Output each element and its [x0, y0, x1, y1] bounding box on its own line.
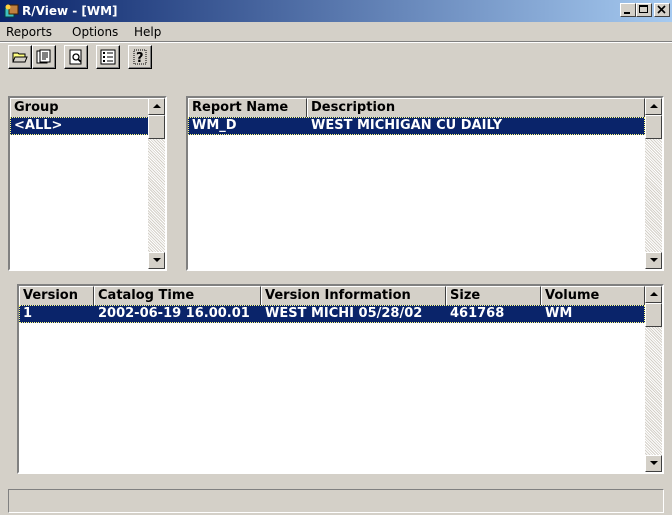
report-name-column-header[interactable]: Report Name [188, 98, 307, 118]
arrow-up-icon [153, 104, 161, 108]
version-info-cell: WEST MICHI 05/28/02 [265, 306, 423, 321]
arrow-down-icon [650, 461, 658, 465]
table-row[interactable]: WM_D WEST MICHIGAN CU DAILY [188, 117, 645, 135]
scroll-up-button[interactable] [645, 286, 662, 303]
catalog-button[interactable] [32, 45, 56, 69]
arrow-up-icon [650, 292, 658, 296]
reports-scrollbar[interactable] [645, 98, 662, 269]
catalog-icon [36, 49, 51, 64]
status-bar [8, 489, 664, 513]
group-list-panel: Group <ALL> [8, 96, 167, 271]
arrow-up-icon [650, 104, 658, 108]
description-cell: WEST MICHIGAN CU DAILY [311, 118, 503, 133]
versions-table-panel: Version Catalog Time Version Information… [17, 284, 664, 474]
scroll-thumb[interactable] [645, 115, 662, 139]
scroll-up-button[interactable] [148, 98, 165, 115]
version-information-column-header[interactable]: Version Information [261, 286, 446, 306]
scroll-down-button[interactable] [148, 252, 165, 269]
rview-app-icon [4, 4, 19, 18]
help-icon: ? [133, 49, 147, 65]
close-button[interactable] [654, 3, 670, 17]
group-column-header[interactable]: Group [10, 98, 149, 118]
list-view-icon [100, 49, 116, 65]
svg-text:?: ? [136, 51, 144, 65]
size-column-header[interactable]: Size [446, 286, 541, 306]
scroll-thumb[interactable] [148, 115, 165, 139]
menu-help[interactable]: Help [134, 25, 161, 39]
volume-cell: WM [545, 306, 573, 321]
minimize-icon [624, 12, 630, 14]
report-name-cell: WM_D [192, 118, 237, 133]
toolbar: ? [0, 41, 672, 73]
arrow-down-icon [153, 258, 161, 262]
maximize-icon [639, 5, 648, 13]
list-view-button[interactable] [96, 45, 120, 69]
size-cell: 461768 [450, 306, 505, 321]
open-folder-icon [12, 52, 28, 63]
menu-options[interactable]: Options [72, 25, 118, 39]
group-list-item[interactable]: <ALL> [10, 117, 149, 135]
scroll-down-button[interactable] [645, 455, 662, 472]
title-bar[interactable]: R/View - [WM] [0, 0, 672, 22]
group-list-scrollbar[interactable] [148, 98, 165, 269]
catalog-time-column-header[interactable]: Catalog Time [94, 286, 261, 306]
volume-column-header[interactable]: Volume [541, 286, 645, 306]
print-preview-button[interactable] [64, 45, 88, 69]
reports-table-panel: Report Name Description WM_D WEST MICHIG… [186, 96, 664, 271]
description-column-header[interactable]: Description [307, 98, 645, 118]
menu-reports[interactable]: Reports [6, 25, 52, 39]
scroll-thumb[interactable] [645, 303, 662, 327]
version-cell: 1 [23, 306, 33, 321]
minimize-button[interactable] [620, 3, 636, 17]
menu-bar: Reports Options Help [0, 22, 672, 41]
maximize-button[interactable] [636, 3, 652, 17]
help-button[interactable]: ? [128, 45, 152, 69]
open-button[interactable] [8, 45, 32, 69]
scroll-up-button[interactable] [645, 98, 662, 115]
close-icon [657, 5, 666, 14]
versions-scrollbar[interactable] [645, 286, 662, 472]
table-row[interactable]: 1 2002-06-19 16.00.01 WEST MICHI 05/28/0… [19, 305, 645, 323]
print-preview-icon [69, 49, 82, 65]
catalog-time-cell: 2002-06-19 16.00.01 [98, 306, 250, 321]
arrow-down-icon [650, 258, 658, 262]
app-window: R/View - [WM] Reports Options Help ? Gro… [0, 0, 672, 515]
scroll-down-button[interactable] [645, 252, 662, 269]
window-title: R/View - [WM] [22, 4, 118, 18]
version-column-header[interactable]: Version [19, 286, 94, 306]
group-item-label: <ALL> [14, 118, 63, 133]
